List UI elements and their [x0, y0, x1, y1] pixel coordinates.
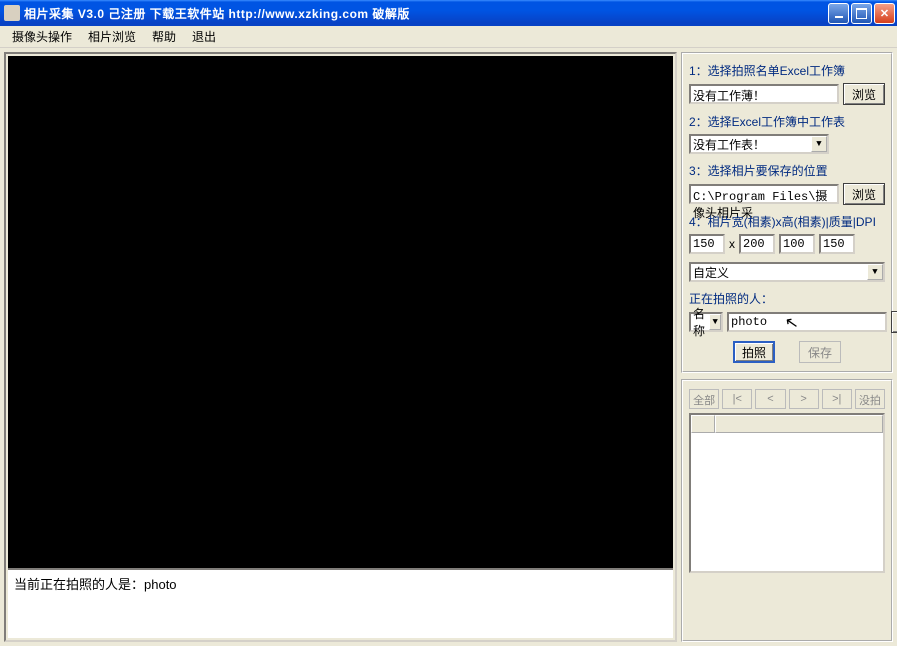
camera-preview	[8, 56, 673, 568]
nav-none-button: 没拍	[855, 389, 885, 409]
dpi-input[interactable]	[819, 234, 855, 254]
menu-photo-browse[interactable]: 相片浏览	[80, 26, 144, 47]
worksheet-select[interactable]: 没有工作表！ ▼	[689, 134, 829, 154]
label-step1: 1：选择拍照名单Excel工作簿	[689, 62, 885, 79]
nav-next-button: >	[789, 389, 819, 409]
preset-select[interactable]: 自定义 ▼	[689, 262, 885, 282]
label-step4: 4：相片宽(相素)x高(相素)|质量|DPI	[689, 213, 885, 230]
menu-help[interactable]: 帮助	[144, 26, 184, 47]
chevron-down-icon: ▼	[709, 314, 721, 330]
window-title: 相片采集 V3.0 己注册 下载王软件站 http://www.xzking.c…	[24, 5, 828, 22]
menu-camera-ops[interactable]: 摄像头操作	[4, 26, 80, 47]
label-step2: 2：选择Excel工作簿中工作表	[689, 113, 885, 130]
settings-panel: 1：选择拍照名单Excel工作簿 没有工作薄！ 浏览 2：选择Excel工作簿中…	[681, 52, 893, 373]
name-field-select[interactable]: 名称 ▼	[689, 312, 723, 332]
nav-last-button: >|	[822, 389, 852, 409]
menubar: 摄像头操作 相片浏览 帮助 退出	[0, 26, 897, 48]
records-panel: 全部 |< < > >| 没拍	[681, 379, 893, 642]
window-controls	[828, 3, 895, 24]
x-label: x	[729, 237, 735, 251]
right-panel: 1：选择拍照名单Excel工作簿 没有工作薄！ 浏览 2：选择Excel工作簿中…	[681, 52, 893, 642]
menu-exit[interactable]: 退出	[184, 26, 224, 47]
status-line: 当前正在拍照的人是：photo	[8, 568, 673, 638]
height-input[interactable]	[739, 234, 775, 254]
table-corner	[691, 415, 715, 433]
browse-workbook-button[interactable]: 浏览	[843, 83, 885, 105]
nav-buttons: 全部 |< < > >| 没拍	[689, 389, 885, 409]
nav-prev-button: <	[755, 389, 785, 409]
photo-name-input[interactable]	[727, 312, 887, 332]
browse-path-button[interactable]: 浏览	[843, 183, 885, 205]
save-button: 保存	[799, 341, 841, 363]
maximize-button[interactable]	[851, 3, 872, 24]
app-icon	[4, 5, 20, 21]
label-step3: 3：选择相片要保存的位置	[689, 162, 885, 179]
left-panel: 当前正在拍照的人是：photo	[4, 52, 677, 642]
status-text: 当前正在拍照的人是：photo	[14, 577, 177, 592]
preview-button[interactable]: 预览	[891, 311, 897, 333]
minimize-button[interactable]	[828, 3, 849, 24]
capture-button[interactable]: 拍照	[733, 341, 775, 363]
titlebar: 相片采集 V3.0 己注册 下载王软件站 http://www.xzking.c…	[0, 0, 897, 26]
label-current-person: 正在拍照的人：	[689, 290, 885, 307]
workbook-field: 没有工作薄！	[689, 84, 839, 104]
nav-all-button: 全部	[689, 389, 719, 409]
close-button[interactable]	[874, 3, 895, 24]
quality-input[interactable]	[779, 234, 815, 254]
nav-first-button: |<	[722, 389, 752, 409]
chevron-down-icon: ▼	[811, 136, 827, 152]
save-path-field: C:\Program Files\摄像头相片采	[689, 184, 839, 204]
table-header-col[interactable]	[715, 415, 883, 433]
width-input[interactable]	[689, 234, 725, 254]
chevron-down-icon: ▼	[867, 264, 883, 280]
records-table[interactable]	[689, 413, 885, 573]
